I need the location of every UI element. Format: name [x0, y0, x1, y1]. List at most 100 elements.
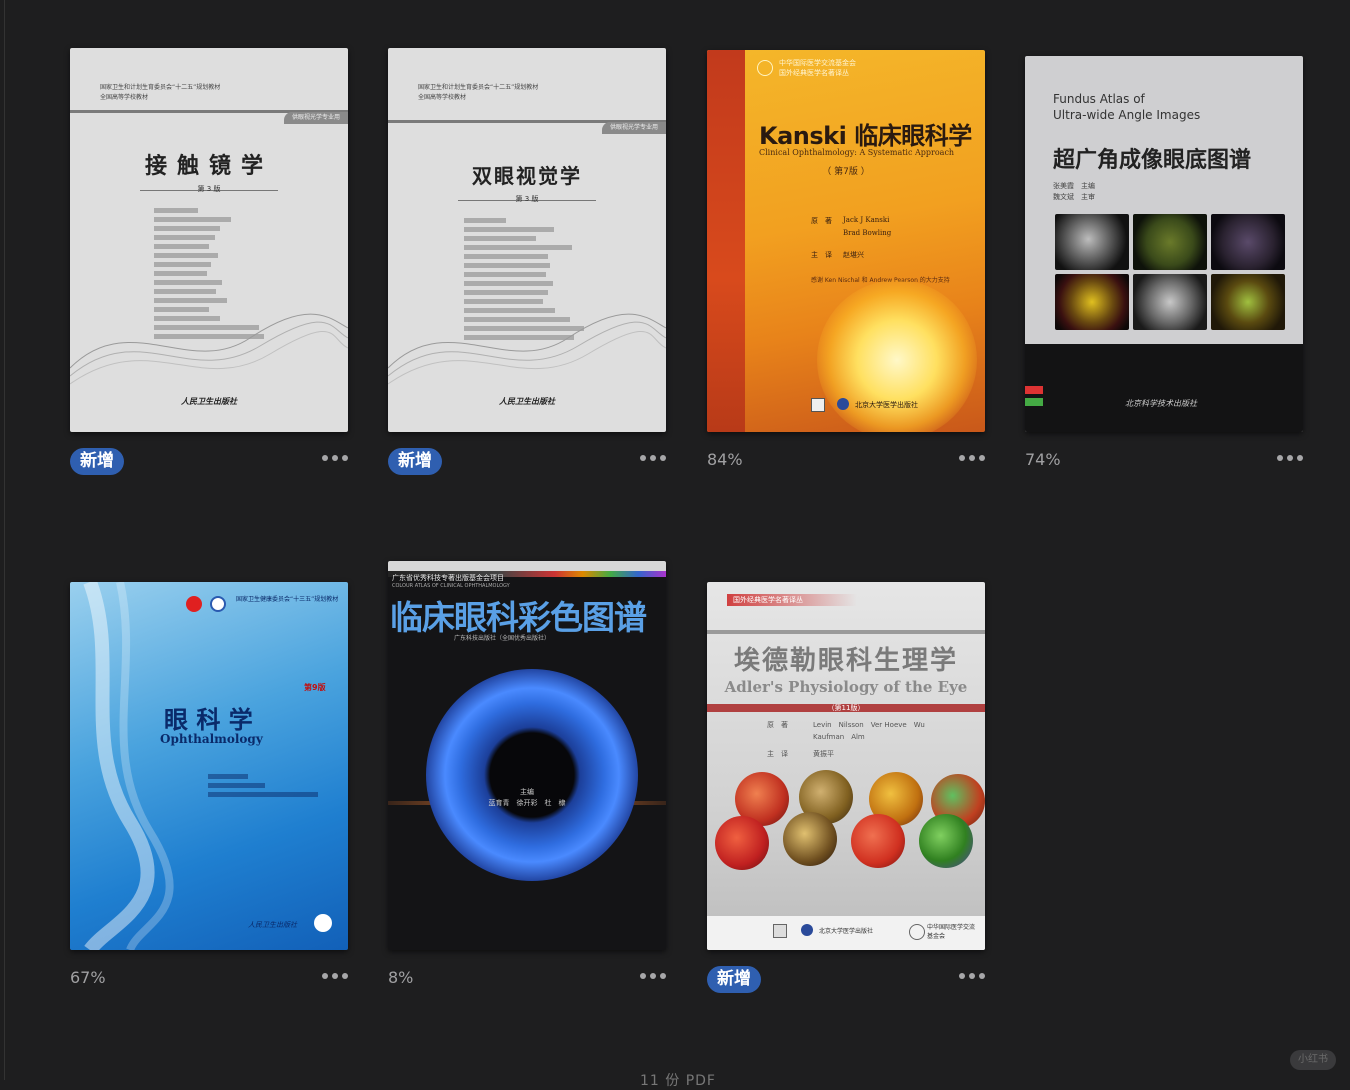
book-cover[interactable]: 国家卫生和计划生育委员会“十二五”规划教材 全国高等学校教材 供眼视光学专业用 … [70, 48, 348, 432]
cover-edition: 第9版 [304, 683, 326, 692]
new-badge: 新增 [70, 448, 124, 475]
cover-title: 埃德勒眼科生理学 [733, 646, 958, 676]
cover-publisher: 北京大学医学出版社 [855, 401, 918, 409]
wave-decoration [388, 313, 666, 385]
cover-header: 国外经典医学名著译丛 [733, 596, 803, 604]
book-cover[interactable]: 国家卫生和计划生育委员会“十二五”规划教材 全国高等学校教材 供眼视光学专业用 … [388, 48, 666, 432]
new-badge: 新增 [388, 448, 442, 475]
book-cover[interactable]: 中华国际医学交流基金会 国外经典医学名著译丛 Kanski 临床眼科学 Clin… [707, 50, 985, 432]
cover-editor: 张美霞 主编 [1053, 182, 1095, 190]
eye-image [919, 814, 973, 868]
more-options-button[interactable] [959, 455, 985, 461]
cover-publisher: 人民卫生出版社 [248, 921, 297, 929]
cover-title: Kanski 临床眼科学 [759, 122, 972, 150]
fundus-image [1133, 214, 1207, 270]
cover-translator-label: 主 译 [811, 251, 832, 259]
cover-translator: 黄振平 [813, 750, 834, 758]
more-options-button[interactable] [322, 973, 348, 979]
more-options-button[interactable] [640, 455, 666, 461]
book-meta: 84% [707, 446, 985, 478]
cover-publisher: 北京大学医学出版社 [819, 928, 874, 935]
cover-authors: Kaufman Alm [813, 733, 865, 741]
book-cover[interactable]: Fundus Atlas of Ultra-wide Angle Images … [1025, 56, 1303, 432]
iris-image [426, 669, 638, 881]
cover-title: 双眼视觉学 [472, 164, 582, 188]
more-options-button[interactable] [322, 455, 348, 461]
cover-edition: 第 3 版 [515, 195, 539, 203]
stripe [1025, 398, 1043, 406]
fundus-image [1055, 274, 1129, 330]
cover-publisher: 中华国际医学交流基金会 [927, 924, 976, 940]
cover-publisher: 北京科学技术出版社 [1125, 399, 1197, 408]
fundus-image [1133, 274, 1207, 330]
cover-series: 供眼视光学专业用 [283, 112, 348, 124]
more-options-button[interactable] [959, 973, 985, 979]
watermark: 小红书 [1290, 1050, 1336, 1070]
cover-edition: 第 3 版 [197, 185, 221, 193]
cover-en-title: Adler's Physiology of the Eye [724, 678, 968, 696]
wave-decoration [70, 313, 348, 385]
cover-edition: （第11版） [827, 704, 865, 712]
left-edge [4, 0, 5, 1080]
collection-count-label: 11 份 PDF [640, 1073, 716, 1089]
cover-header: 国外经典医学名著译丛 [779, 69, 849, 77]
reading-progress: 67% [70, 968, 106, 987]
qr-code-icon [811, 398, 825, 412]
qr-code-icon [773, 924, 787, 938]
cover-editors: 蓝育青 徐开彩 杜 棣 [488, 799, 566, 807]
fundus-image [1211, 214, 1285, 270]
foundation-logo-icon [757, 60, 773, 76]
cover-title: 接触镜学 [144, 153, 273, 179]
eye-image [783, 812, 837, 866]
cover-series: 供眼视光学专业用 [601, 122, 666, 134]
book-meta: 新增 [707, 964, 985, 996]
cover-title: 眼 科 学 [164, 706, 253, 734]
foundation-logo-icon [909, 924, 925, 940]
cover-footer [1025, 344, 1303, 432]
cover-title: 临床眼科彩色图谱 [390, 598, 647, 637]
cover-subtitle: Clinical Ophthalmology: A Systematic App… [759, 148, 955, 157]
cover-header: 国家卫生和计划生育委员会“十二五”规划教材 [418, 84, 539, 91]
cover-header: 全国高等学校教材 [100, 94, 149, 101]
book-meta: 新增 [388, 446, 666, 478]
cover-edition: （ 第7版 ） [822, 167, 870, 177]
figure-decoration [83, 582, 174, 950]
cover-header: 广东省优秀科技专著出版基金会项目 [392, 574, 504, 582]
fundus-image [1055, 214, 1129, 270]
cover-strip [707, 50, 745, 432]
cover-authors: Jack J Kanski [843, 216, 890, 224]
cover-author-label: 原 著 [811, 217, 832, 225]
reading-progress: 8% [388, 968, 414, 987]
cover-authors: Brad Bowling [843, 229, 892, 237]
publisher-logo-icon [837, 398, 849, 410]
cover-authors [208, 774, 318, 801]
book-cover[interactable]: 国外经典医学名著译丛 埃德勒眼科生理学 Adler's Physiology o… [707, 582, 985, 950]
cover-authors: Levin Nilsson Ver Hoeve Wu [813, 721, 925, 729]
cover-publisher: 人民卫生出版社 [181, 397, 237, 406]
eye-image [851, 814, 905, 868]
more-options-button[interactable] [640, 973, 666, 979]
cover-en-line: COLOUR ATLAS OF CLINICAL OPHTHALMOLOGY [392, 583, 510, 589]
seal-icon [314, 914, 332, 932]
book-cover[interactable]: 广东省优秀科技专著出版基金会项目 COLOUR ATLAS OF CLINICA… [388, 561, 666, 950]
cover-en-title: Ophthalmology [160, 732, 263, 746]
cover-subline: 广东科技出版社（全国优秀出版社） [454, 635, 551, 642]
eye-image [715, 816, 769, 870]
cover-top-strip [388, 561, 666, 571]
cover-editor: 魏文斌 主审 [1053, 193, 1095, 201]
reading-progress: 84% [707, 450, 743, 469]
cover-band [707, 630, 985, 634]
publisher-logo-icon [801, 924, 813, 936]
book-meta: 74% [1025, 446, 1303, 478]
book-meta: 8% [388, 964, 666, 996]
cover-en-title: Fundus Atlas of [1053, 92, 1145, 106]
book-cover[interactable]: 国家卫生健康委员会“十三五”规划教材 第9版 眼 科 学 Ophthalmolo… [70, 582, 348, 950]
stripe [1025, 386, 1043, 394]
book-meta: 新增 [70, 446, 348, 478]
cover-en-title: Ultra-wide Angle Images [1053, 108, 1201, 122]
cover-publisher: 人民卫生出版社 [499, 397, 555, 406]
more-options-button[interactable] [1277, 455, 1303, 461]
cover-title: 超广角成像眼底图谱 [1053, 148, 1252, 173]
fundus-image-grid [1055, 214, 1285, 330]
reading-progress: 74% [1025, 450, 1061, 469]
